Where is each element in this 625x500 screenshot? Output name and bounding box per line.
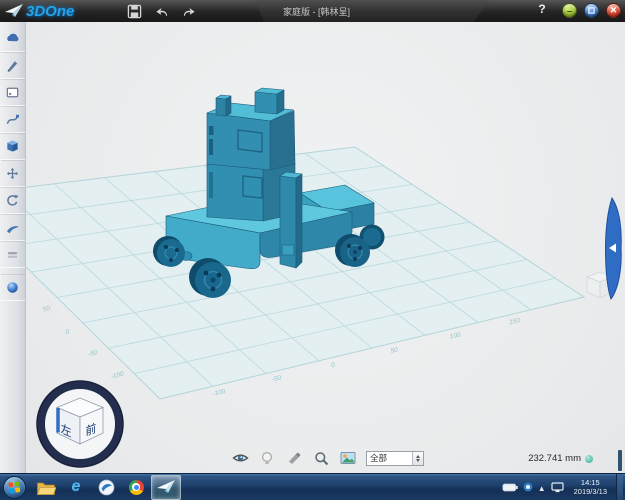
taskbar-media-player[interactable] [91,475,121,500]
sidebar-item-solid-primitives[interactable] [0,133,25,160]
hand-swoosh-icon [6,225,19,233]
grid-axis-label: 100 [449,331,461,340]
window-controls: – ✕ [562,3,621,18]
cloud-icon [6,33,18,42]
background-image-icon[interactable] [339,449,357,467]
clock-date: 2019/3/13 [573,487,607,496]
quick-access-toolbar [126,3,197,20]
sidebar-item-curve-tool[interactable] [0,106,25,133]
sidebar-item-sketch-plane[interactable] [0,79,25,106]
sidebar-item-render-sphere[interactable] [0,274,25,301]
taskbar-internet-explorer[interactable]: e [61,475,91,500]
show-desktop-button[interactable] [616,473,623,500]
windows-taskbar: e ▲ 14:15 2019/3/13 [0,473,625,500]
sidebar-item-collapsed-group[interactable] [0,241,25,268]
measurement-readout: 232.741 mm [528,453,593,464]
sidebar-item-sketch-pen[interactable] [0,52,25,79]
tray-shield-icon[interactable] [523,482,533,492]
pencil-icon [7,61,18,72]
ie-icon: e [71,478,81,495]
grid-axis-label: -100 [110,371,125,381]
filter-dropdown[interactable]: 全部 [366,450,424,466]
viewport-3d[interactable]: 50 0 -50 -100 -100 -50 0 50 100 150 左 前 … [26,22,625,473]
tray-expand-caret[interactable]: ▲ [538,484,546,493]
taskbar-file-explorer[interactable] [31,475,61,500]
grid-axis-label: 50 [42,305,51,314]
display-toolbar: 全部 [231,446,424,470]
rotate-arrow-icon [7,194,19,206]
help-button[interactable]: ? [534,2,550,19]
system-tray: ▲ 14:15 2019/3/13 [502,473,625,500]
battery-icon[interactable] [502,483,518,492]
grid-axis-label: -50 [271,375,282,384]
sidebar-item-community[interactable] [0,25,25,52]
taskbar-clock[interactable]: 14:15 2019/3/13 [570,478,611,496]
sidebar-item-rotate-tool[interactable] [0,187,25,214]
material-brush-icon[interactable] [285,449,303,467]
grid-axis-label: -100 [212,388,227,398]
sidebar-item-gesture-tool[interactable] [0,214,25,241]
light-bulb-icon[interactable] [258,449,276,467]
measure-status-icon [585,454,593,463]
sphere-icon [7,282,18,293]
redo-icon[interactable] [180,3,197,20]
chrome-icon [128,479,144,495]
bars-icon [7,252,18,258]
maximize-button[interactable] [584,3,599,18]
taskbar-3done-active[interactable] [151,474,181,500]
sketch-plane-icon [6,87,19,98]
filter-spinner[interactable] [412,451,423,465]
zoom-magnifier-icon[interactable] [312,449,330,467]
ground-grid: 50 0 -50 -100 -100 -50 0 50 100 150 [26,146,586,400]
sidebar-item-move-transform[interactable] [0,160,25,187]
start-button[interactable] [3,475,26,499]
save-icon[interactable] [126,3,143,20]
grid-axis-label: -50 [87,349,98,358]
clock-time: 14:15 [580,478,600,487]
titlebar: 3DOne 家庭版 - [韩林呈] ? – ✕ [0,0,625,22]
3done-plane-icon [157,480,175,493]
window-title: 家庭版 - [韩林呈] [283,7,350,17]
grid-axis-label: 0 [65,328,71,336]
spline-icon [6,114,19,125]
close-button[interactable]: ✕ [606,3,621,18]
right-panel-toggle[interactable] [604,196,622,301]
right-edge-handle[interactable] [618,450,622,471]
network-monitor-icon[interactable] [551,481,565,493]
undo-icon[interactable] [153,3,170,20]
cube-icon [7,140,18,152]
grid-axis-label: 50 [390,346,399,354]
grid-axis-label: 0 [331,361,336,369]
scene-canvas: 50 0 -50 -100 -100 -50 0 50 100 150 左 前 [26,87,622,468]
player-icon [98,479,114,495]
taskbar-chrome[interactable] [121,475,151,500]
folder-icon [36,482,56,495]
logo-text: 3DOne [26,2,75,20]
grid-axis-label: 150 [509,317,521,326]
filter-value: 全部 [370,452,388,463]
3done-window: 3DOne 家庭版 - [韩林呈] ? – ✕ 50 0 -50 -100 -1… [0,0,625,500]
visibility-eye-icon[interactable] [231,449,249,467]
tool-sidebar [0,22,26,473]
app-menu-plane-icon[interactable] [4,3,24,19]
measurement-value: 232.741 mm [528,453,581,464]
minimize-button[interactable]: – [562,3,577,18]
move-arrows-icon [6,167,19,180]
